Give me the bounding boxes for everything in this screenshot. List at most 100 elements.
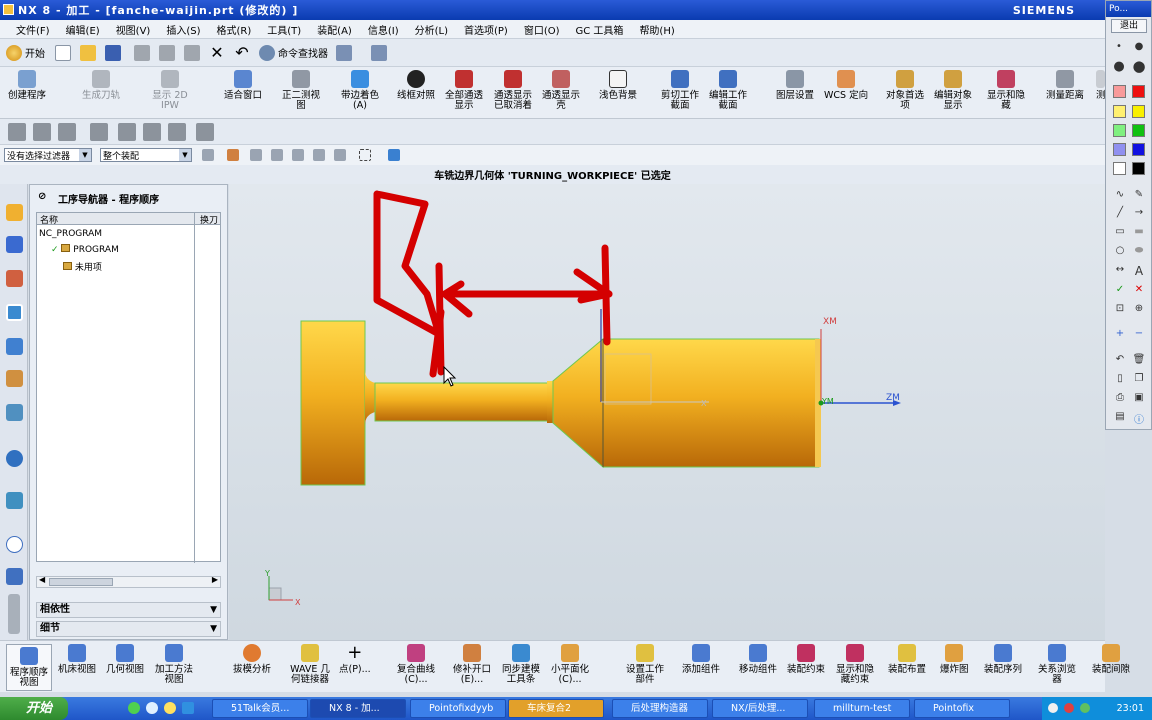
- feature-navigator-icon[interactable]: [6, 370, 23, 387]
- color-white[interactable]: [1113, 162, 1126, 175]
- set-work-part-button[interactable]: 设置工作部件: [624, 644, 666, 685]
- menu-view[interactable]: 视图(V): [116, 22, 151, 37]
- cross-icon[interactable]: ✕: [1132, 284, 1146, 295]
- color-green[interactable]: [1132, 124, 1145, 137]
- menu-window[interactable]: 窗口(O): [524, 22, 560, 37]
- tree-row-nc-program[interactable]: NC_PROGRAM: [39, 229, 102, 239]
- menu-format[interactable]: 格式(R): [217, 22, 252, 37]
- type-filter-select[interactable]: 没有选择过滤器 ▼: [4, 148, 92, 162]
- constraint-navigator-icon[interactable]: [6, 236, 23, 253]
- graphics-window[interactable]: X ZM XM YM Y X: [229, 184, 1105, 640]
- translucent-shell-button[interactable]: 通透显示壳: [541, 70, 581, 111]
- line-icon[interactable]: ╱: [1113, 207, 1127, 218]
- disk-icon[interactable]: ▣: [1132, 392, 1146, 403]
- history-icon[interactable]: [6, 492, 23, 509]
- menu-gc-toolbox[interactable]: GC 工具箱: [576, 22, 624, 37]
- wave-linker-button[interactable]: WAVE 几何链接器: [289, 644, 331, 685]
- operation-navigator-icon[interactable]: [6, 304, 23, 321]
- object-preferences-button[interactable]: 对象首选项: [884, 70, 926, 111]
- add-component-button[interactable]: 添加组件: [682, 644, 720, 675]
- task-post-builder[interactable]: 后处理构造器: [612, 699, 708, 718]
- feature-icon-3[interactable]: [58, 123, 76, 141]
- feature-icon-1[interactable]: [8, 123, 26, 141]
- tray-icon-2[interactable]: [1064, 703, 1074, 713]
- fillet-section[interactable]: [365, 370, 375, 425]
- menu-preferences[interactable]: 首选项(P): [464, 22, 508, 37]
- freehand-icon[interactable]: ∿: [1113, 189, 1127, 200]
- move-component-button[interactable]: 移动组件: [739, 644, 777, 675]
- print-icon[interactable]: ⎙: [1113, 392, 1127, 403]
- taper-section[interactable]: [552, 337, 604, 469]
- new-file-icon[interactable]: [55, 44, 71, 61]
- facetize-button[interactable]: 小平面化(C)...: [549, 644, 591, 685]
- feature-icon-2[interactable]: [33, 123, 51, 141]
- dependencies-panel[interactable]: 相依性 ▼: [36, 602, 221, 618]
- synchronous-modeling-button[interactable]: 同步建模工具条: [500, 644, 542, 685]
- assembly-constraints-button[interactable]: 装配约束: [787, 644, 825, 675]
- scope-select[interactable]: 整个装配 ▼: [100, 148, 192, 162]
- color-light-blue[interactable]: [1113, 143, 1126, 156]
- menu-edit[interactable]: 编辑(E): [66, 22, 100, 37]
- display-ipw-button[interactable]: 显示 2D IPW: [152, 70, 188, 111]
- tree-row-unused[interactable]: 未用项: [51, 260, 102, 273]
- assembly-clearance-button[interactable]: 装配间隙: [1092, 644, 1130, 675]
- menu-insert[interactable]: 插入(S): [166, 22, 200, 37]
- snap-point-icon-2[interactable]: [271, 149, 283, 161]
- pin-icon[interactable]: ⊘: [38, 191, 46, 202]
- tray-icon-3[interactable]: [1080, 703, 1090, 713]
- command-finder-button[interactable]: 命令查找器: [259, 44, 328, 61]
- panel-scroll-icon[interactable]: [8, 594, 20, 634]
- part-navigator-icon[interactable]: [6, 270, 23, 287]
- highlighter-icon[interactable]: ✎: [1132, 189, 1146, 200]
- feature-icon-7[interactable]: [168, 123, 186, 141]
- light-background-button[interactable]: 浅色背景: [599, 70, 637, 101]
- undo-icon[interactable]: ↶: [1113, 354, 1127, 365]
- internet-explorer-icon[interactable]: [6, 450, 23, 467]
- info-icon[interactable]: ⓘ: [1132, 411, 1146, 426]
- settings-icon[interactable]: ▤: [1113, 411, 1127, 422]
- color-yellow[interactable]: [1132, 105, 1145, 118]
- layer-settings-button[interactable]: 图层设置: [776, 70, 814, 101]
- draft-analysis-button[interactable]: 拔模分析: [233, 644, 271, 675]
- main-cylinder[interactable]: [602, 338, 820, 468]
- reuse-library-icon[interactable]: [6, 404, 23, 421]
- color-red[interactable]: [1132, 85, 1145, 98]
- copy-page-icon[interactable]: ❐: [1132, 373, 1146, 384]
- undo-icon[interactable]: ↶: [234, 44, 250, 61]
- tree-row-program[interactable]: ✓ PROGRAM: [51, 244, 119, 255]
- selection-icon[interactable]: [336, 44, 352, 61]
- show-hide-button[interactable]: 显示和隐藏: [986, 70, 1026, 111]
- all-translucent-button[interactable]: 全部通透显示: [444, 70, 484, 111]
- wcs-orient-button[interactable]: WCS 定向: [824, 70, 868, 101]
- assembly-sequence-button[interactable]: 装配序列: [984, 644, 1022, 675]
- show-hide-constraints-button[interactable]: 显示和隐藏约束: [834, 644, 876, 685]
- system-materials-icon[interactable]: [6, 568, 23, 585]
- trash-icon[interactable]: 🗑: [1132, 354, 1146, 365]
- color-black[interactable]: [1132, 162, 1145, 175]
- scroll-left-icon[interactable]: ◀: [39, 575, 45, 584]
- quicklaunch-icon-3[interactable]: [164, 702, 176, 714]
- filled-ellipse-icon[interactable]: ⬬: [1132, 245, 1146, 256]
- details-panel[interactable]: 细节 ▼: [36, 621, 221, 637]
- paste-icon[interactable]: [184, 44, 200, 61]
- assembly-navigator-icon[interactable]: [6, 204, 23, 221]
- machine-tool-navigator-icon[interactable]: [6, 338, 23, 355]
- clock-icon[interactable]: [6, 536, 23, 553]
- clip-section-button[interactable]: 剪切工作截面: [660, 70, 700, 111]
- color-light-red[interactable]: [1113, 85, 1126, 98]
- exit-button[interactable]: 退出: [1111, 19, 1147, 33]
- menu-analysis[interactable]: 分析(L): [415, 22, 448, 37]
- task-millturn-test[interactable]: millturn-test: [814, 699, 910, 718]
- text-tool-icon[interactable]: A: [1132, 264, 1146, 278]
- snap-icon[interactable]: [227, 149, 239, 161]
- relationship-browser-button[interactable]: 关系浏览器: [1036, 644, 1078, 685]
- cube-select-icon[interactable]: [388, 149, 400, 161]
- task-51talk[interactable]: 51Talk会员...: [212, 699, 308, 718]
- machine-view-button[interactable]: 机床视图: [58, 644, 96, 675]
- color-light-green[interactable]: [1113, 124, 1126, 137]
- edit-section-button[interactable]: 编辑工作截面: [708, 70, 748, 111]
- snap-point-icon-3[interactable]: [292, 149, 304, 161]
- quicklaunch-icon-2[interactable]: [146, 702, 158, 714]
- scroll-right-icon[interactable]: ▶: [212, 575, 218, 584]
- cut-icon[interactable]: [134, 44, 150, 61]
